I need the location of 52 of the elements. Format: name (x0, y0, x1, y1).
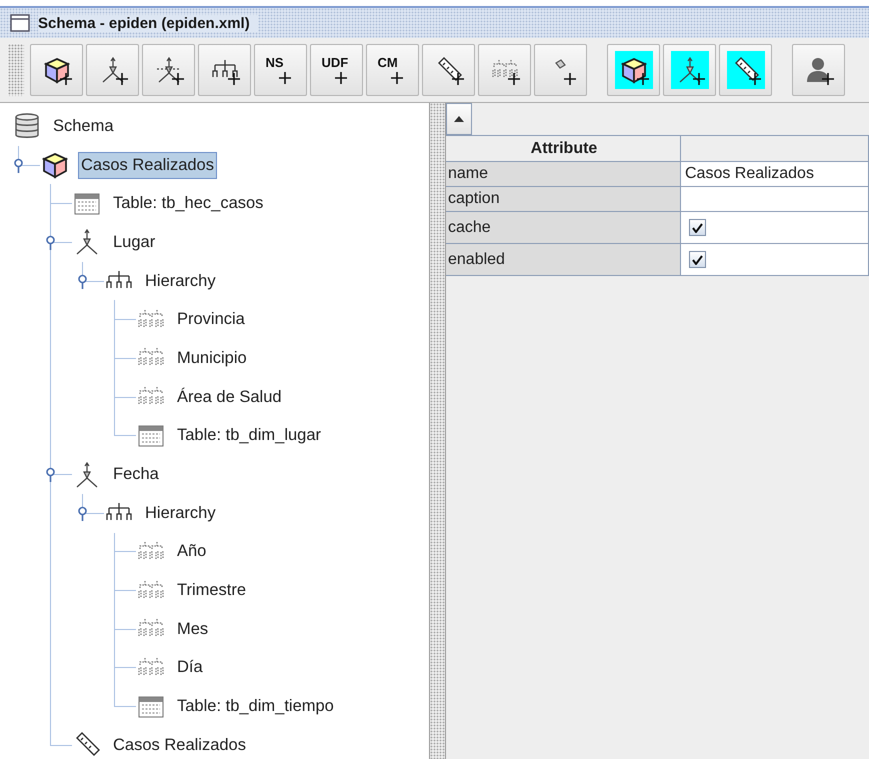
toolbar-button[interactable] (422, 44, 475, 96)
cube-icon (42, 55, 72, 85)
tree-item[interactable]: Año (174, 538, 210, 566)
toolbar-grip[interactable] (8, 44, 24, 96)
tree-item[interactable]: Municipio (174, 344, 250, 372)
attribute-cell: cache (446, 212, 681, 244)
toolbar-button[interactable] (198, 44, 251, 96)
plus-icon (390, 71, 404, 85)
expand-handle[interactable] (45, 467, 56, 482)
cube-icon (40, 150, 70, 180)
column-header: Attribute (446, 136, 681, 162)
checkbox[interactable] (689, 251, 706, 268)
attribute-cell: name (446, 162, 681, 187)
toolbar-button[interactable] (30, 44, 83, 96)
plus-icon (278, 71, 292, 85)
tree-item[interactable]: Schema (50, 112, 117, 140)
window-title: Schema - epiden (epiden.xml) (38, 14, 258, 32)
toolbar-button[interactable] (607, 44, 660, 96)
toolbar-button[interactable] (663, 44, 716, 96)
expand-handle[interactable] (77, 506, 88, 521)
tree-item[interactable]: Provincia (174, 306, 248, 334)
tree-item[interactable]: Mes (174, 616, 212, 643)
scroll-up-button[interactable] (446, 103, 472, 135)
checkbox[interactable] (689, 219, 706, 236)
value-cell: Casos Realizados (681, 162, 869, 187)
expand-handle[interactable] (13, 158, 24, 173)
expand-handle[interactable] (45, 235, 56, 250)
toolbar-button[interactable] (86, 44, 139, 96)
toolbar-button[interactable]: NS (254, 44, 307, 96)
window-icon (10, 14, 30, 32)
toolbar-button[interactable]: UDF (310, 44, 363, 96)
tree-item[interactable]: Casos Realizados (110, 732, 249, 759)
plus-icon (334, 71, 348, 85)
tree-item[interactable]: Lugar (110, 228, 158, 256)
tree-item[interactable]: Table: tb_dim_lugar (174, 422, 324, 450)
tree-item[interactable]: Área de Salud (174, 384, 285, 411)
toolbar-button[interactable]: CM (366, 44, 419, 96)
tree-item[interactable]: Fecha (110, 461, 162, 488)
tree-item[interactable]: Table: tb_hec_casos (110, 190, 266, 218)
up-arrow-icon (454, 116, 464, 122)
toolbar-button[interactable] (719, 44, 772, 96)
tree-item[interactable]: Hierarchy (142, 500, 219, 527)
tree-item[interactable]: Table: tb_dim_tiempo (174, 693, 337, 720)
toolbar-button[interactable] (142, 44, 195, 96)
attribute-cell: caption (446, 187, 681, 212)
expand-handle[interactable] (77, 274, 88, 289)
tree-item[interactable]: Casos Realizados (78, 152, 217, 179)
cube-icon (618, 55, 648, 85)
tree-item[interactable]: Trimestre (174, 577, 250, 604)
tree-item[interactable]: Hierarchy (142, 268, 219, 295)
tree-item[interactable]: Día (174, 654, 206, 682)
attribute-cell: enabled (446, 244, 681, 276)
